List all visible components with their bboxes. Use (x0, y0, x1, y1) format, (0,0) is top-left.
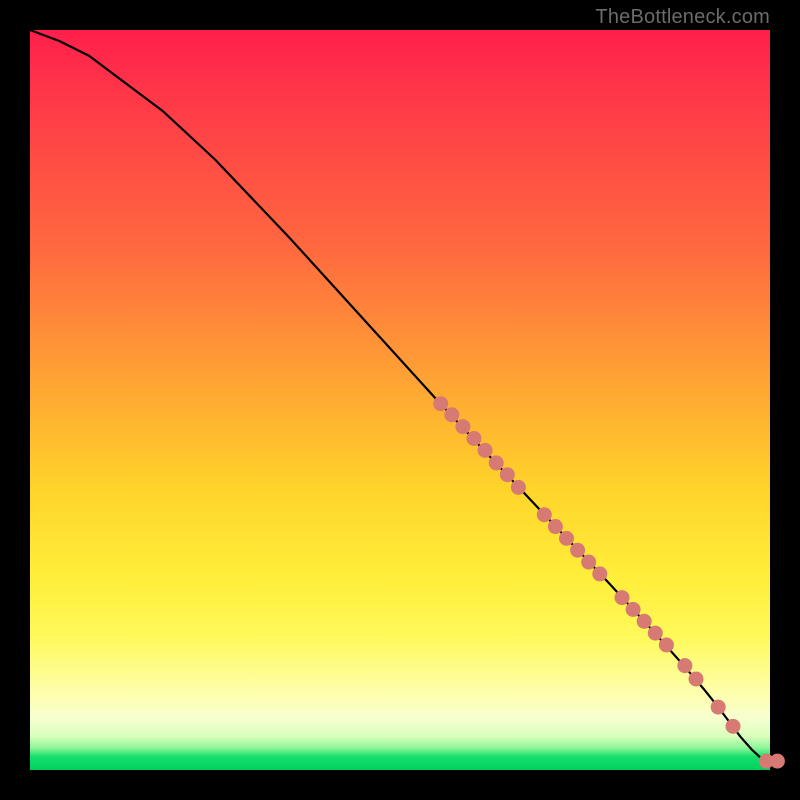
data-marker (444, 407, 459, 422)
chart-stage: TheBottleneck.com (0, 0, 800, 800)
data-marker (537, 507, 552, 522)
plot-svg (30, 30, 770, 770)
data-marker (467, 431, 482, 446)
data-marker (677, 658, 692, 673)
data-marker (511, 480, 526, 495)
data-marker (626, 602, 641, 617)
data-marker (478, 443, 493, 458)
plot-area (30, 30, 770, 770)
attribution-label: TheBottleneck.com (595, 6, 770, 29)
data-marker (592, 566, 607, 581)
data-marker (455, 419, 470, 434)
data-marker (581, 555, 596, 570)
data-marker (615, 590, 630, 605)
data-marker (726, 719, 741, 734)
data-marker (489, 455, 504, 470)
data-marker (559, 531, 574, 546)
data-marker (659, 637, 674, 652)
bottleneck-curve (30, 30, 770, 761)
data-marker (711, 700, 726, 715)
data-marker (548, 519, 563, 534)
data-marker (648, 626, 663, 641)
data-marker (770, 754, 785, 769)
data-marker (637, 614, 652, 629)
data-marker (689, 671, 704, 686)
data-marker (570, 543, 585, 558)
data-marker (500, 467, 515, 482)
data-marker (433, 396, 448, 411)
